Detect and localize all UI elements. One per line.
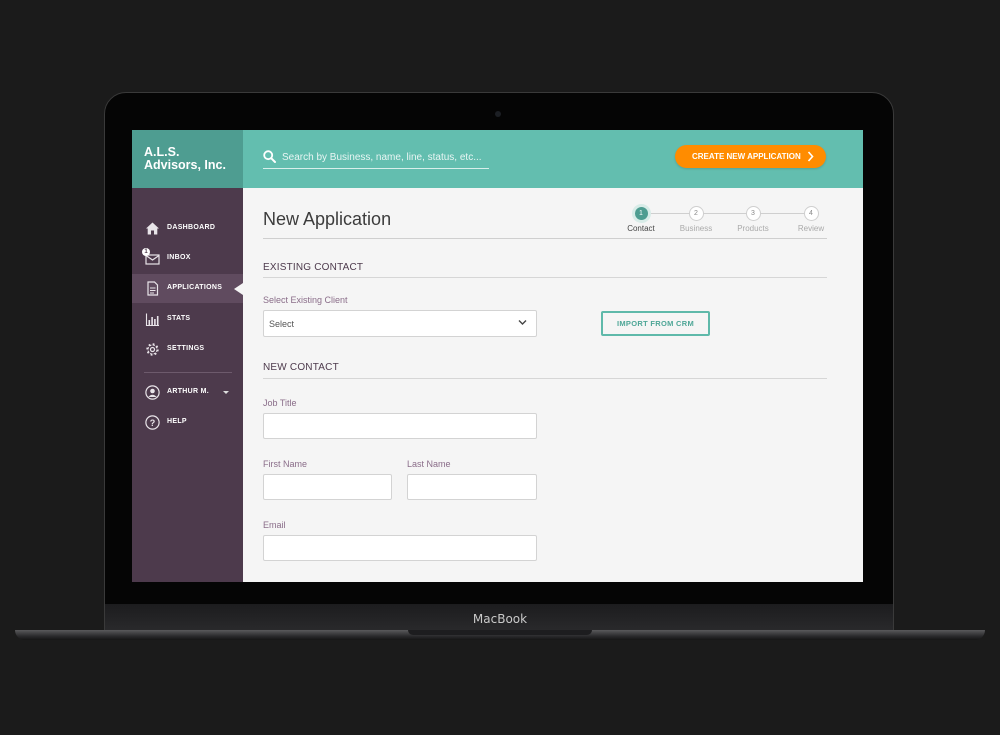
help-icon: ?: [145, 415, 160, 430]
step-number: 3: [745, 206, 761, 221]
search-icon: [263, 150, 276, 163]
sidebar-item-label: SETTINGS: [167, 345, 205, 352]
sidebar-item-label: STATS: [167, 315, 191, 322]
job-title-label: Job Title: [263, 398, 297, 408]
chevron-right-icon: [807, 151, 814, 162]
chevron-down-icon: [518, 320, 527, 325]
brand-line-2: Advisors, Inc.: [144, 158, 226, 172]
home-icon: [146, 222, 159, 235]
select-client-label: Select Existing Client: [263, 295, 348, 305]
document-icon: [147, 281, 159, 296]
step-review[interactable]: 4 Review: [781, 206, 841, 233]
first-name-label: First Name: [263, 459, 308, 469]
step-products[interactable]: 3 Products: [723, 206, 783, 233]
sidebar-item-label: APPLICATIONS: [167, 284, 223, 291]
sidebar-divider: [144, 372, 232, 373]
inbox-count-badge: 1: [142, 248, 150, 256]
step-business[interactable]: 2 Business: [666, 206, 726, 233]
app-screen: A.L.S. Advisors, Inc. CREATE NEW APPLICA…: [132, 130, 863, 582]
sidebar-item-stats[interactable]: STATS: [132, 305, 243, 334]
section-divider: [263, 378, 827, 379]
sidebar-item-user[interactable]: ARTHUR M.: [132, 378, 243, 407]
select-value: Select: [269, 319, 295, 329]
step-label: Business: [679, 224, 713, 233]
last-name-label: Last Name: [407, 459, 451, 469]
step-label: Contact: [627, 224, 655, 233]
email-label: Email: [263, 520, 286, 530]
existing-client-select[interactable]: Select: [263, 310, 537, 337]
gear-icon: [146, 343, 159, 356]
sidebar-item-label: DASHBOARD: [167, 224, 216, 231]
step-number: 4: [803, 206, 819, 221]
sidebar-item-help[interactable]: ? HELP: [132, 408, 243, 437]
first-name-field[interactable]: [263, 474, 392, 500]
title-divider: [263, 238, 827, 239]
sidebar-item-label: INBOX: [167, 254, 191, 261]
sidebar-item-label: HELP: [167, 418, 187, 425]
search-input[interactable]: [282, 149, 487, 165]
section-divider: [263, 277, 827, 278]
create-application-label: CREATE NEW APPLICATION: [692, 152, 801, 161]
sidebar: DASHBOARD 1 INBOX APPLICATIONS STATS SET…: [132, 188, 243, 582]
chevron-down-icon: [223, 391, 229, 394]
step-label: Review: [797, 224, 825, 233]
sidebar-item-settings[interactable]: SETTINGS: [132, 335, 243, 364]
step-number: 2: [688, 206, 704, 221]
sidebar-item-dashboard[interactable]: DASHBOARD: [132, 214, 243, 243]
step-contact[interactable]: 1 Contact: [611, 204, 671, 233]
svg-text:?: ?: [150, 418, 156, 428]
step-number: 1: [631, 204, 651, 223]
sidebar-item-inbox[interactable]: 1 INBOX: [132, 244, 243, 273]
camera-icon: [495, 111, 501, 117]
device-label: MacBook: [472, 612, 528, 626]
page-title: New Application: [263, 209, 392, 229]
section-title-existing-contact: EXISTING CONTACT: [263, 262, 364, 273]
laptop-notch: [408, 630, 592, 635]
last-name-field[interactable]: [407, 474, 537, 500]
top-bar: CREATE NEW APPLICATION: [243, 130, 863, 188]
section-title-new-contact: NEW CONTACT: [263, 362, 339, 373]
search-box: [263, 149, 489, 169]
job-title-field[interactable]: [263, 413, 537, 439]
bar-chart-icon: [145, 313, 159, 327]
import-from-crm-button[interactable]: IMPORT FROM CRM: [601, 311, 710, 336]
email-field[interactable]: [263, 535, 537, 561]
step-label: Products: [737, 224, 769, 233]
user-name: ARTHUR M.: [167, 388, 209, 395]
user-avatar-icon: [145, 385, 160, 400]
create-application-button[interactable]: CREATE NEW APPLICATION: [675, 145, 826, 168]
brand-logo[interactable]: A.L.S. Advisors, Inc.: [132, 130, 243, 188]
sidebar-item-applications[interactable]: APPLICATIONS: [132, 274, 243, 303]
